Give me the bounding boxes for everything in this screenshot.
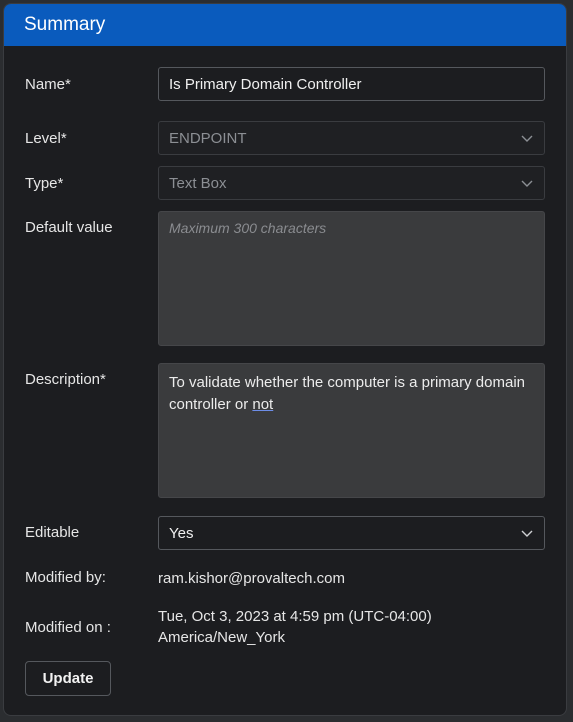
name-label: Name* bbox=[25, 76, 71, 93]
modified-by-label: Modified by: bbox=[25, 569, 106, 586]
modified-on-value: Tue, Oct 3, 2023 at 4:59 pm (UTC-04:00) … bbox=[158, 606, 432, 648]
panel-title: Summary bbox=[24, 14, 106, 35]
level-select: ENDPOINT bbox=[158, 121, 545, 155]
description-label: Description* bbox=[25, 371, 106, 388]
update-button[interactable]: Update bbox=[25, 661, 111, 696]
summary-panel: Summary Name* Is Primary Domain Controll… bbox=[3, 3, 567, 716]
chevron-down-icon bbox=[521, 180, 533, 187]
level-select-value: ENDPOINT bbox=[169, 129, 247, 147]
type-label: Type* bbox=[25, 175, 64, 192]
description-text: To validate whether the computer is a pr… bbox=[169, 372, 534, 416]
modified-on-datetime: Tue, Oct 3, 2023 at 4:59 pm (UTC-04:00) bbox=[158, 608, 432, 625]
type-select: Text Box bbox=[158, 166, 545, 200]
default-value-label: Default value bbox=[25, 219, 113, 236]
type-select-value: Text Box bbox=[169, 174, 227, 192]
modified-on-label: Modified on : bbox=[25, 619, 111, 636]
editable-select[interactable]: Yes bbox=[158, 516, 545, 550]
description-text-spellcheck: not bbox=[252, 396, 274, 413]
modified-by-value: ram.kishor@provaltech.com bbox=[158, 570, 345, 587]
description-textarea[interactable]: To validate whether the computer is a pr… bbox=[158, 363, 545, 498]
description-text-main: To validate whether the computer is a pr… bbox=[169, 374, 526, 413]
modified-on-timezone: America/New_York bbox=[158, 629, 285, 646]
name-input-value: Is Primary Domain Controller bbox=[169, 75, 362, 93]
default-value-textarea[interactable]: Maximum 300 characters bbox=[158, 211, 545, 346]
name-input[interactable]: Is Primary Domain Controller bbox=[158, 67, 545, 101]
level-label: Level* bbox=[25, 130, 67, 147]
panel-header: Summary bbox=[4, 4, 566, 46]
chevron-down-icon[interactable] bbox=[520, 526, 534, 540]
default-value-placeholder: Maximum 300 characters bbox=[169, 220, 327, 236]
chevron-down-icon bbox=[521, 135, 533, 142]
editable-label: Editable bbox=[25, 524, 80, 541]
editable-select-value: Yes bbox=[169, 524, 194, 542]
